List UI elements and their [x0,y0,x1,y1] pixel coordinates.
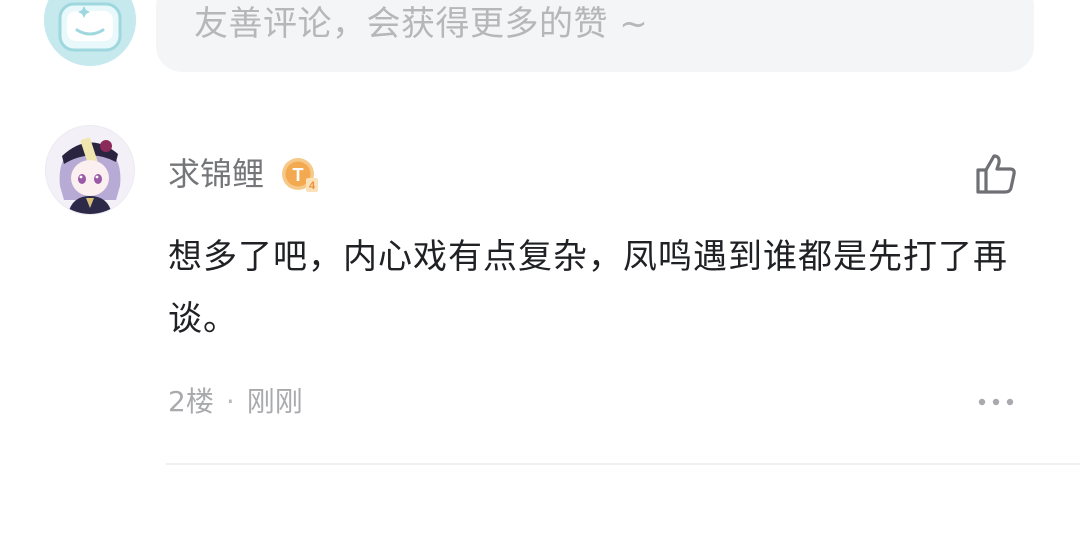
comment-input-placeholder: 友善评论，会获得更多的赞 ~ [194,4,649,44]
level-badge-number: 4 [309,180,316,192]
comment-divider [166,463,1080,465]
comment-section: 友善评论，会获得更多的赞 ~ 求锦鲤 T 4 想多了吧，内心戏有点复杂，凤鸣遇到… [0,0,1080,544]
floor-number: 2楼 [168,385,214,418]
my-avatar[interactable] [44,0,136,66]
thumbs-up-icon [976,154,1016,194]
level-badge-letter: T [293,165,304,185]
level-badge-icon: T 4 [280,154,320,194]
username-row: 求锦鲤 T 4 [168,150,320,198]
robot-avatar-icon [44,0,136,66]
more-options-button[interactable] [974,388,1018,416]
comment-input[interactable]: 友善评论，会获得更多的赞 ~ [156,0,1034,72]
username[interactable]: 求锦鲤 [168,154,264,194]
like-button[interactable] [972,150,1020,198]
anime-girl-avatar-icon [46,126,134,214]
comment-text: 想多了吧，内心戏有点复杂，凤鸣遇到谁都是先打了再谈。 [168,237,1008,339]
comment-meta: 2楼 · 刚刚 [168,384,303,420]
meta-separator: · [225,385,235,418]
commenter-avatar[interactable] [46,126,134,214]
more-dots-icon [978,398,1014,406]
comment-time: 刚刚 [246,385,303,418]
